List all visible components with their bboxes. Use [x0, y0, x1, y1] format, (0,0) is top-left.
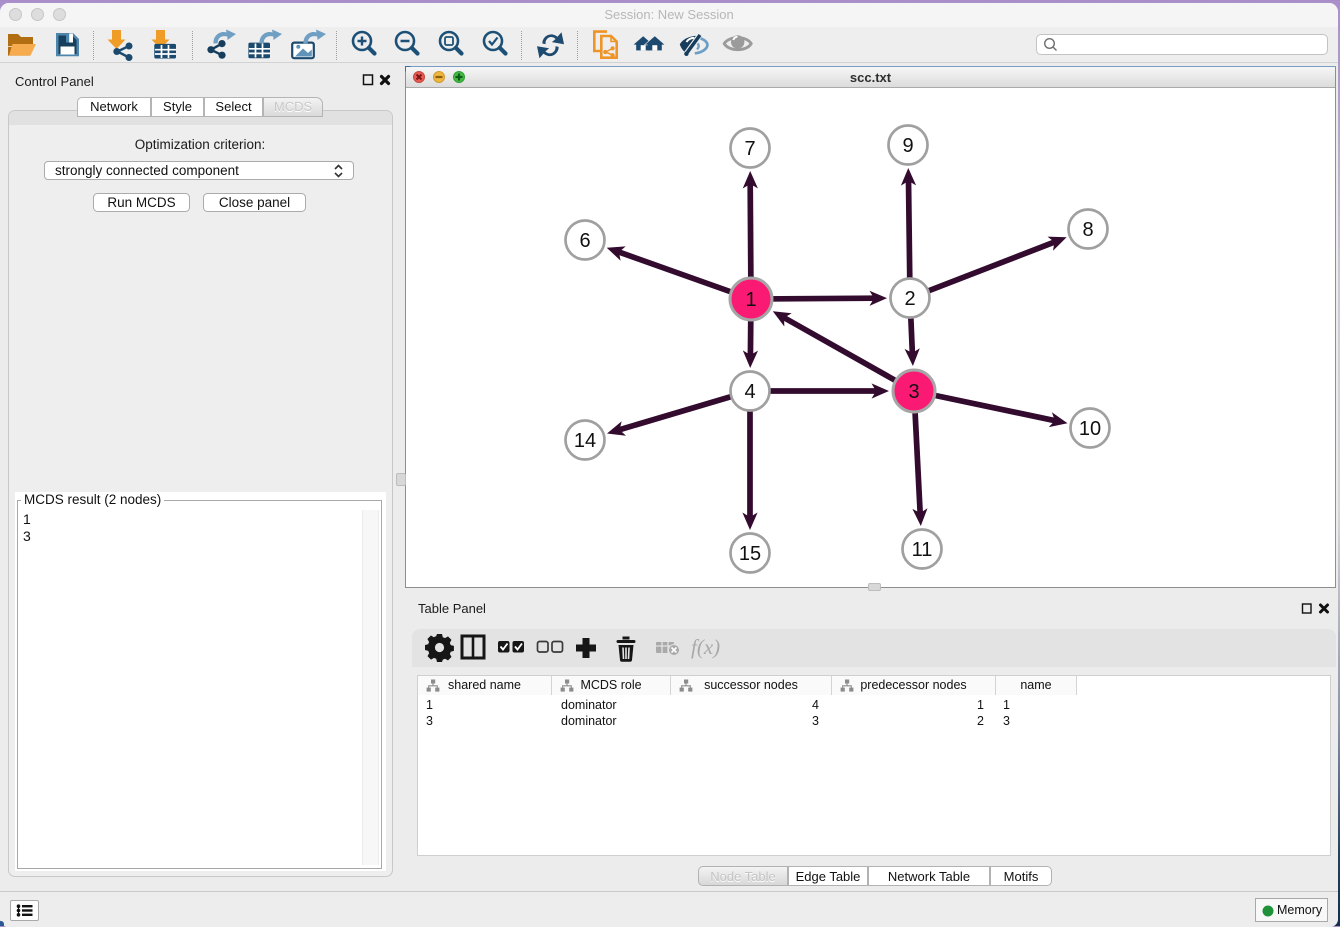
svg-text:f(x): f(x) [691, 635, 720, 659]
svg-text:4: 4 [744, 381, 755, 403]
svg-text:3: 3 [908, 381, 919, 403]
svg-text:8: 8 [1082, 219, 1093, 241]
svg-text:10: 10 [1079, 418, 1101, 440]
svg-text:9: 9 [902, 135, 913, 157]
svg-text:14: 14 [574, 430, 596, 452]
svg-text:7: 7 [744, 138, 755, 160]
svg-text:6: 6 [579, 230, 590, 252]
svg-text:11: 11 [912, 539, 933, 561]
svg-text:15: 15 [739, 543, 761, 565]
svg-text:1: 1 [745, 289, 756, 311]
svg-text:2: 2 [904, 288, 915, 310]
